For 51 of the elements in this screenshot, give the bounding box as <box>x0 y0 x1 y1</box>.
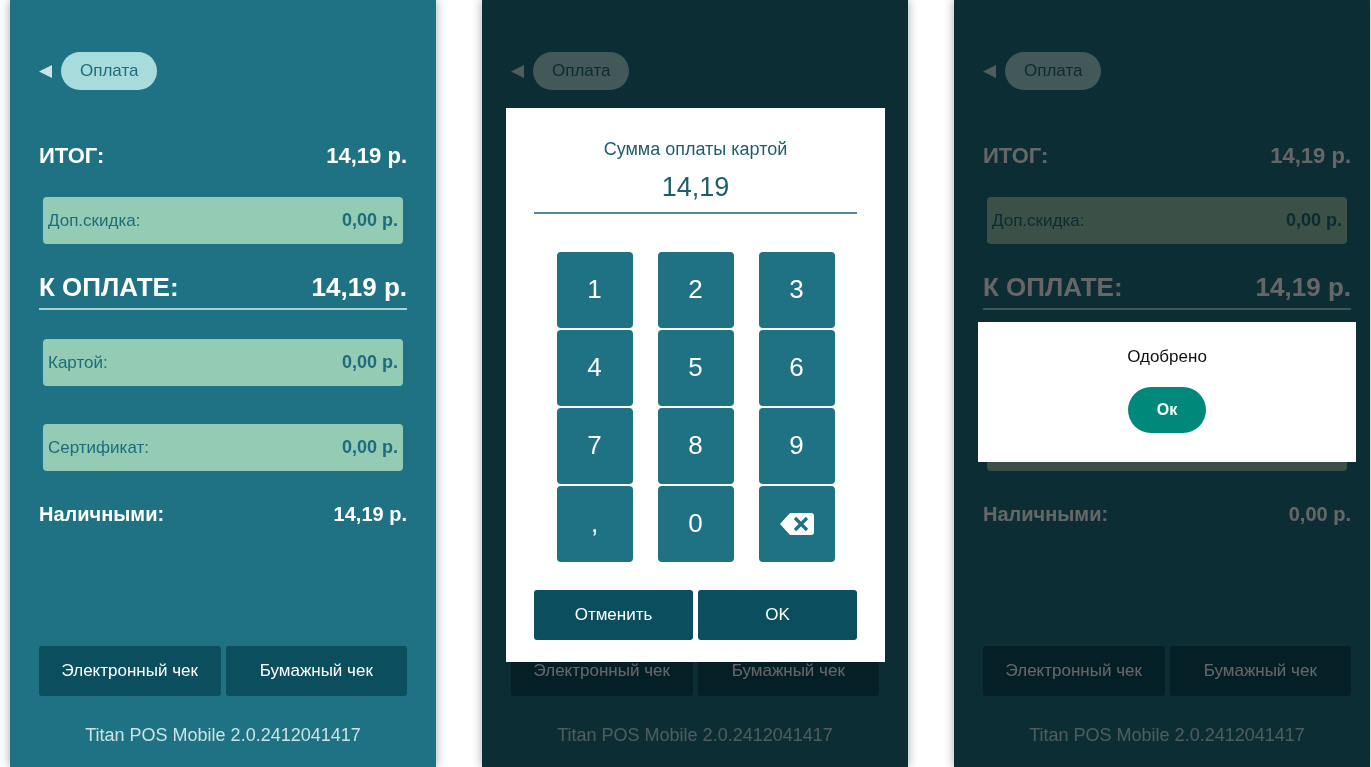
backspace-key[interactable] <box>758 485 835 562</box>
row-label: Сертификат: <box>48 436 149 459</box>
row-label: Доп.скидка: <box>48 209 141 232</box>
keypad-key[interactable]: 5 <box>657 329 734 406</box>
keypad-key[interactable]: 4 <box>556 329 633 406</box>
row-label: К ОПЛАТЕ: <box>39 270 179 304</box>
back-arrow-icon[interactable] <box>511 64 524 78</box>
back-arrow-icon[interactable] <box>39 64 52 78</box>
amount-field[interactable]: Доп.скидка: 0,00 р. <box>43 197 403 244</box>
dialog-button[interactable]: Отменить <box>534 589 693 640</box>
keypad-key[interactable]: 8 <box>657 407 734 484</box>
row-value: 14,19 р. <box>326 141 407 170</box>
keypad-key[interactable]: 6 <box>758 329 835 406</box>
row-value: 0,00 р. <box>341 351 398 374</box>
row-value: 0,00 р. <box>341 209 398 232</box>
keypad-key[interactable]: , <box>556 485 633 562</box>
back-arrow-icon[interactable] <box>983 64 996 78</box>
version-text: Titan POS Mobile 2.0.2412041417 <box>1028 724 1306 747</box>
amount-field[interactable]: Картой: 0,00 р. <box>43 339 403 386</box>
alert-message: Одобрено <box>1127 346 1207 368</box>
keypad-key[interactable]: 1 <box>556 251 633 328</box>
backspace-icon <box>779 512 814 535</box>
row-value: 14,19 р. <box>311 270 407 304</box>
receipt-button[interactable]: Электронный чек <box>983 646 1165 696</box>
amount-input[interactable]: 14,19 <box>534 167 857 214</box>
row-label: К ОПЛАТЕ: <box>983 270 1123 304</box>
row-value: 14,19 р. <box>1270 141 1351 170</box>
row-label: Наличными: <box>983 502 1109 527</box>
row-value: 0,00 р. <box>341 436 398 459</box>
row-value: 0,00 р. <box>1288 502 1351 527</box>
keypad-key[interactable]: 2 <box>657 251 734 328</box>
keypad-key[interactable]: 3 <box>758 251 835 328</box>
amount-field[interactable]: Сертификат: 0,00 р. <box>43 424 403 471</box>
back-button[interactable]: Оплата <box>61 52 158 90</box>
row-label: ИТОГ: <box>39 141 105 170</box>
row-value: 14,19 р. <box>1255 270 1351 304</box>
version-text: Titan POS Mobile 2.0.2412041417 <box>84 724 362 747</box>
version-text: Titan POS Mobile 2.0.2412041417 <box>556 724 834 747</box>
row-label: Наличными: <box>39 502 165 527</box>
row-label: Картой: <box>48 351 108 374</box>
dialog-title: Сумма оплаты картой <box>602 138 789 161</box>
row-label: ИТОГ: <box>983 141 1049 170</box>
keypad-key[interactable]: 9 <box>758 407 835 484</box>
keypad-key[interactable]: 7 <box>556 407 633 484</box>
ok-button[interactable]: Ок <box>1128 386 1206 433</box>
row-value: 14,19 р. <box>333 502 407 527</box>
dialog-button[interactable]: OK <box>698 589 857 640</box>
receipt-button[interactable]: Электронный чек <box>39 646 221 696</box>
keypad-key[interactable]: 0 <box>657 485 734 562</box>
receipt-button[interactable]: Бумажный чек <box>225 646 407 696</box>
receipt-button[interactable]: Бумажный чек <box>1169 646 1351 696</box>
